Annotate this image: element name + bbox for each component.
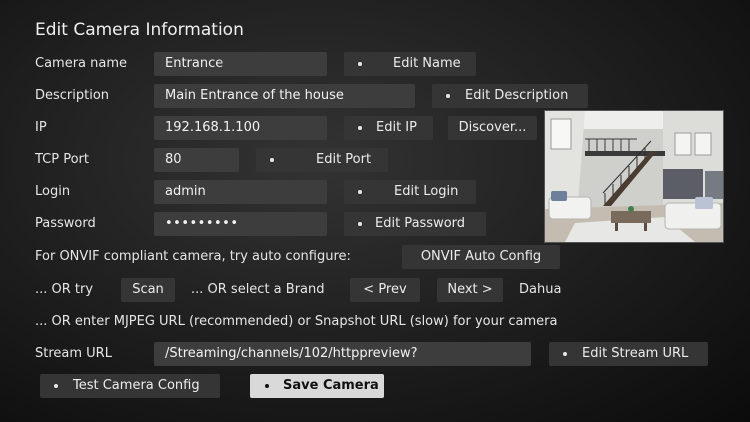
discover-label: Discover... [458,120,527,135]
edit-login-label: Edit Login [394,184,459,199]
scan-label: Scan [132,282,164,297]
edit-ip-button[interactable]: Edit IP [344,116,433,140]
login-field[interactable]: admin [154,180,327,204]
description-value: Main Entrance of the house [165,88,344,103]
onvif-auto-config-button[interactable]: ONVIF Auto Config [402,245,560,269]
ip-value: 192.168.1.100 [165,120,261,135]
password-label: Password [35,216,96,231]
test-camera-config-button[interactable]: Test Camera Config [40,374,220,398]
password-value: ••••••••• [165,216,239,231]
stream-url-value: /Streaming/channels/102/httppreview? [165,346,418,361]
login-label: Login [35,184,71,199]
camera-name-value: Entrance [165,56,224,71]
bullet-icon [358,222,362,226]
bullet-icon [358,62,362,66]
bullet-icon [270,158,274,162]
stream-url-field[interactable]: /Streaming/channels/102/httppreview? [154,342,531,366]
bullet-icon [563,352,567,356]
next-brand-button[interactable]: Next > [437,278,503,302]
tcp-port-label: TCP Port [35,152,89,167]
next-brand-label: Next > [447,282,493,297]
bullet-icon [54,384,58,388]
prev-brand-button[interactable]: < Prev [350,278,420,302]
ip-label: IP [35,120,47,135]
selected-brand: Dahua [519,282,562,297]
save-camera-button[interactable]: Save Camera [250,374,384,398]
camera-name-field[interactable]: Entrance [154,52,327,76]
edit-name-label: Edit Name [393,56,461,71]
password-field[interactable]: ••••••••• [154,212,327,236]
login-value: admin [165,184,206,199]
onvif-auto-config-label: ONVIF Auto Config [420,249,542,264]
stream-url-label: Stream URL [35,346,112,361]
camera-preview-image [544,110,724,243]
edit-stream-url-label: Edit Stream URL [582,346,689,361]
prev-brand-label: < Prev [363,282,407,297]
edit-name-button[interactable]: Edit Name [344,52,476,76]
mjpeg-hint-text: ... OR enter MJPEG URL (recommended) or … [35,314,558,329]
ip-field[interactable]: 192.168.1.100 [154,116,327,140]
onvif-hint-text: For ONVIF compliant camera, try auto con… [35,249,351,264]
description-field[interactable]: Main Entrance of the house [154,84,415,108]
description-label: Description [35,88,110,103]
bullet-icon [446,94,450,98]
or-select-brand-text: ... OR select a Brand [191,282,325,297]
scan-button[interactable]: Scan [121,278,175,302]
bullet-icon [358,126,362,130]
save-camera-label: Save Camera [283,378,379,393]
edit-password-label: Edit Password [375,216,466,231]
or-try-text: ... OR try [35,282,94,297]
test-camera-config-label: Test Camera Config [73,378,200,393]
tcp-port-field[interactable]: 80 [154,148,239,172]
edit-description-label: Edit Description [465,88,569,103]
page-title: Edit Camera Information [35,20,244,40]
edit-stream-url-button[interactable]: Edit Stream URL [549,342,708,366]
edit-password-button[interactable]: Edit Password [344,212,486,236]
bullet-icon [265,384,269,388]
edit-ip-label: Edit IP [376,120,417,135]
discover-button[interactable]: Discover... [448,116,537,140]
edit-login-button[interactable]: Edit Login [344,180,476,204]
edit-port-label: Edit Port [316,152,372,167]
camera-name-label: Camera name [35,56,128,71]
edit-port-button[interactable]: Edit Port [256,148,388,172]
edit-description-button[interactable]: Edit Description [432,84,588,108]
camera-snapshot-image [545,111,723,242]
bullet-icon [358,190,362,194]
